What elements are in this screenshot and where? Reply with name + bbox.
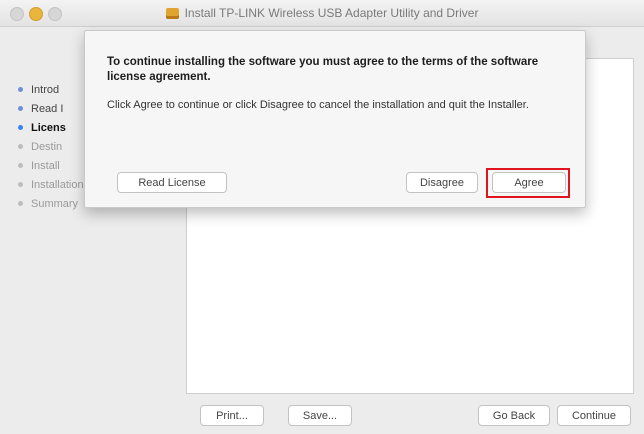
continue-button[interactable]: Continue — [557, 405, 631, 426]
step-label: Destin — [31, 140, 63, 153]
print-button[interactable]: Print... — [200, 405, 264, 426]
sheet-heading: To continue installing the software you … — [107, 56, 539, 83]
window-title: Install TP-LINK Wireless USB Adapter Uti… — [184, 6, 479, 20]
go-back-button[interactable]: Go Back — [478, 405, 550, 426]
package-icon — [165, 7, 179, 19]
step-label: Licens — [31, 121, 66, 134]
disagree-button[interactable]: Disagree — [406, 172, 478, 193]
sheet-body-text: Click Agree to continue or click Disagre… — [107, 99, 529, 111]
step-label: Read I — [31, 102, 64, 115]
window-titlebar: Install TP-LINK Wireless USB Adapter Uti… — [0, 0, 644, 27]
step-label: Introd — [31, 83, 60, 96]
window-title-wrap: Install TP-LINK Wireless USB Adapter Uti… — [0, 0, 644, 26]
step-bullet-icon — [18, 182, 23, 187]
step-bullet-icon — [18, 106, 23, 111]
step-label: Install — [31, 159, 60, 172]
step-bullet-icon — [18, 144, 23, 149]
agree-highlight-box — [486, 168, 570, 198]
read-license-button[interactable]: Read License — [117, 172, 227, 193]
step-label: Installation — [31, 178, 84, 191]
step-label: Summary — [31, 197, 79, 210]
step-bullet-icon — [18, 125, 23, 130]
save-button[interactable]: Save... — [288, 405, 352, 426]
step-bullet-icon — [18, 201, 23, 206]
step-bullet-icon — [18, 87, 23, 92]
step-bullet-icon — [18, 163, 23, 168]
